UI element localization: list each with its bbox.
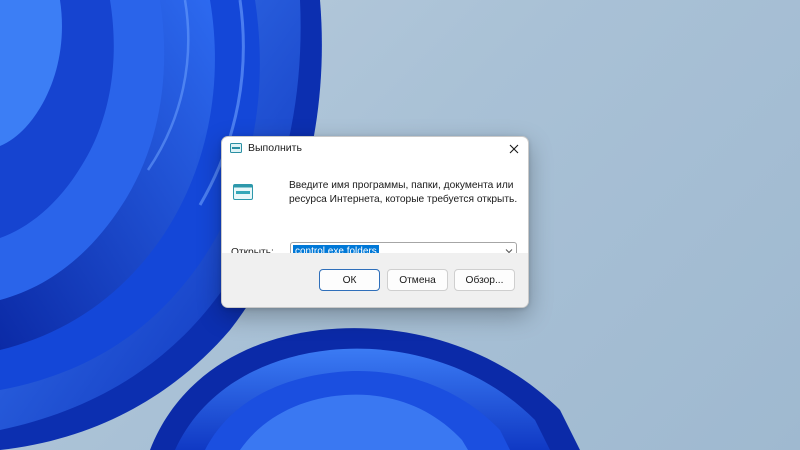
browse-button[interactable]: Обзор... bbox=[454, 269, 515, 291]
button-area: ОК Отмена Обзор... bbox=[222, 253, 528, 307]
content-area: Введите имя программы, папки, документа … bbox=[222, 161, 528, 261]
close-icon bbox=[509, 144, 519, 154]
title-bar[interactable]: Выполнить bbox=[222, 137, 528, 161]
window-title: Выполнить bbox=[248, 142, 302, 154]
desktop: Выполнить Введите имя программы, папки, … bbox=[0, 0, 800, 450]
ok-button[interactable]: ОК bbox=[319, 269, 380, 291]
run-app-icon bbox=[230, 143, 242, 153]
run-dialog: Выполнить Введите имя программы, папки, … bbox=[221, 136, 529, 308]
cancel-button[interactable]: Отмена bbox=[387, 269, 448, 291]
run-app-icon bbox=[233, 184, 253, 200]
description-text: Введите имя программы, папки, документа … bbox=[289, 180, 518, 205]
close-button[interactable] bbox=[504, 139, 524, 159]
